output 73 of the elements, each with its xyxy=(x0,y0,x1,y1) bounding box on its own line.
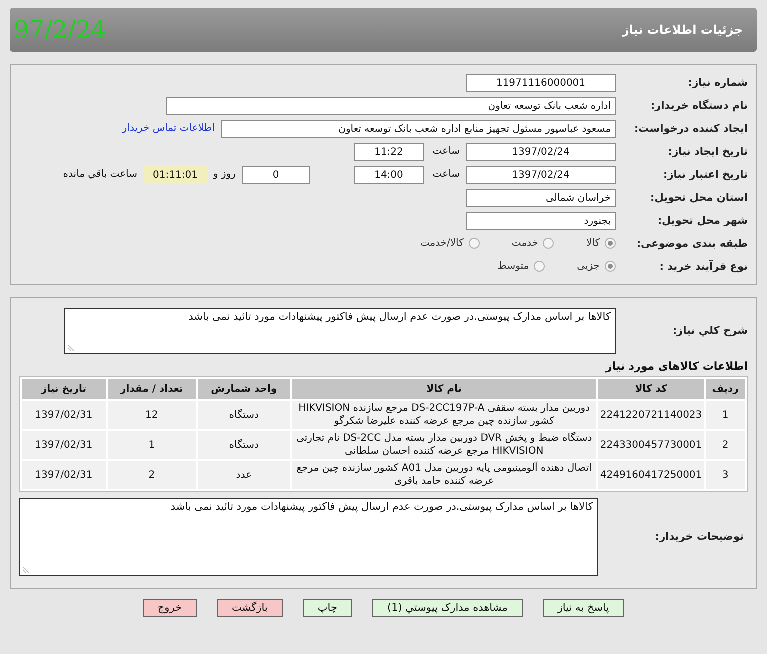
action-button[interactable]: پاسخ به نیاز xyxy=(542,599,624,617)
days-label: روز و xyxy=(214,169,236,180)
field-label: نوع فرآیند خرید : xyxy=(658,260,748,272)
action-button[interactable]: خروج xyxy=(142,599,197,617)
buyer-notes-box: کالاها بر اساس مدارک پیوستی.در صورت عدم ارسال پیش فاکتور پیشنهادات مورد تائید نمی باشد xyxy=(19,498,598,576)
date-field: 1397/02/24 xyxy=(466,142,616,160)
table-cell: 2 xyxy=(108,461,196,489)
table-cell: 12 xyxy=(108,401,196,429)
action-button[interactable]: بازگشت xyxy=(217,599,283,617)
table-cell: 1 xyxy=(706,401,745,429)
radio-button[interactable] xyxy=(468,238,480,249)
field-label: توضیحات خریدار: xyxy=(654,531,744,543)
field-label: ایجاد کننده درخواست: xyxy=(633,122,748,134)
date-text: 97/2/24 xyxy=(14,16,107,44)
field-label: تاریخ اعتبار نیاز: xyxy=(662,168,748,180)
remaining-time-field: 01:11:01 xyxy=(144,166,208,184)
table-cell: 2243300457730001 xyxy=(598,431,704,459)
table-header-cell: تاریخ نیاز xyxy=(22,379,106,399)
table-cell: اتصال دهنده آلومینیومی پایه دوربین مدل A01 کشور سازنده چین مرجع عرضه کننده حامد باقری xyxy=(292,461,596,489)
table-header-cell: واحد شمارش xyxy=(198,379,290,399)
section-title: اطلاعات کالاهای مورد نیاز xyxy=(604,360,748,373)
table-cell: دستگاه ضبط و پخش DVR دوربین مدار بسته مدل DS-2CC نام تجارتی HIKVISION مرجع عرضه کننده احسان سلطانی xyxy=(292,431,596,459)
field-label: تاریخ ایجاد نیاز: xyxy=(667,146,748,158)
table-cell: 1397/02/31 xyxy=(22,461,106,489)
table-header-cell: کد کالا xyxy=(598,379,704,399)
table-cell: 3 xyxy=(706,461,745,489)
need-number-field: 11971116000001 xyxy=(466,74,616,92)
table-cell: 2241220721140023 xyxy=(598,401,704,429)
table-cell: عدد xyxy=(198,461,290,489)
field-label: استان محل تحویل: xyxy=(650,192,748,204)
radio-label: خدمت xyxy=(512,238,538,249)
table-cell: 1 xyxy=(108,431,196,459)
resize-grip-icon xyxy=(68,345,74,351)
table-cell: 4249160417250001 xyxy=(598,461,704,489)
city-field: بجنورد xyxy=(466,212,616,230)
days-field: 0 xyxy=(242,166,310,184)
radio-label: کالا/خدمت xyxy=(420,238,464,249)
time-label: ساعت xyxy=(432,146,460,157)
radio-label: متوسط xyxy=(498,261,530,272)
action-button[interactable]: مشاهده مدارک پیوستي (1) xyxy=(372,599,523,617)
radio-button[interactable] xyxy=(605,238,616,249)
table-cell: دوربین مدار بسته سقفی DS-2CC197P-A مرجع سازنده HIKVISION کشور سازنده چین مرجع عرضه کننده علیرضا شکرگو xyxy=(292,401,596,429)
contact-link[interactable]: اطلاعات تماس خریدار xyxy=(122,123,215,134)
resize-grip-icon xyxy=(23,567,29,573)
date-field: 1397/02/24 xyxy=(466,166,616,184)
table-cell: دستگاه xyxy=(198,401,290,429)
table-cell: 2 xyxy=(706,431,745,459)
field-label: شماره نیاز: xyxy=(687,76,748,88)
radio-button[interactable] xyxy=(534,261,546,272)
requester-field: مسعود عباسپور مسئول تجهیز منابع اداره شعب بانک توسعه تعاون xyxy=(221,120,616,138)
page-title: جزئیات اطلاعات نیاز xyxy=(622,23,743,37)
radio-label: کالا xyxy=(586,238,600,249)
table-header-cell: تعداد / مقدار xyxy=(108,379,196,399)
action-button[interactable]: چاپ xyxy=(302,599,352,617)
field-label: نام دستگاه خریدار: xyxy=(650,100,748,112)
radio-button[interactable] xyxy=(543,238,554,249)
field-label: شهر محل تحویل: xyxy=(656,214,748,226)
field-label: شرح کلي نياز: xyxy=(672,325,748,337)
province-field: خراسان شمالی xyxy=(466,188,616,206)
table-cell: 1397/02/31 xyxy=(22,401,106,429)
radio-button[interactable] xyxy=(605,261,616,272)
time-field: 14:00 xyxy=(354,166,424,184)
table-header-cell: نام کالا xyxy=(292,379,596,399)
time-label: ساعت xyxy=(432,169,460,180)
radio-label: جزیی xyxy=(577,261,600,272)
time-field: 11:22 xyxy=(354,142,424,160)
field-label: طبقه بندی موضوعی: xyxy=(636,238,748,250)
remaining-label: ساعت باقي مانده xyxy=(63,169,138,180)
table-header-cell: ردیف xyxy=(706,379,745,399)
table-cell: 1397/02/31 xyxy=(22,431,106,459)
description-box: کالاها بر اساس مدارک پیوستی.در صورت عدم ارسال پیش فاکتور پیشنهادات مورد تائید نمی باشد xyxy=(64,308,616,354)
buyer-org-field: اداره شعب بانک توسعه تعاون xyxy=(166,96,616,114)
table-cell: دستگاه xyxy=(198,431,290,459)
